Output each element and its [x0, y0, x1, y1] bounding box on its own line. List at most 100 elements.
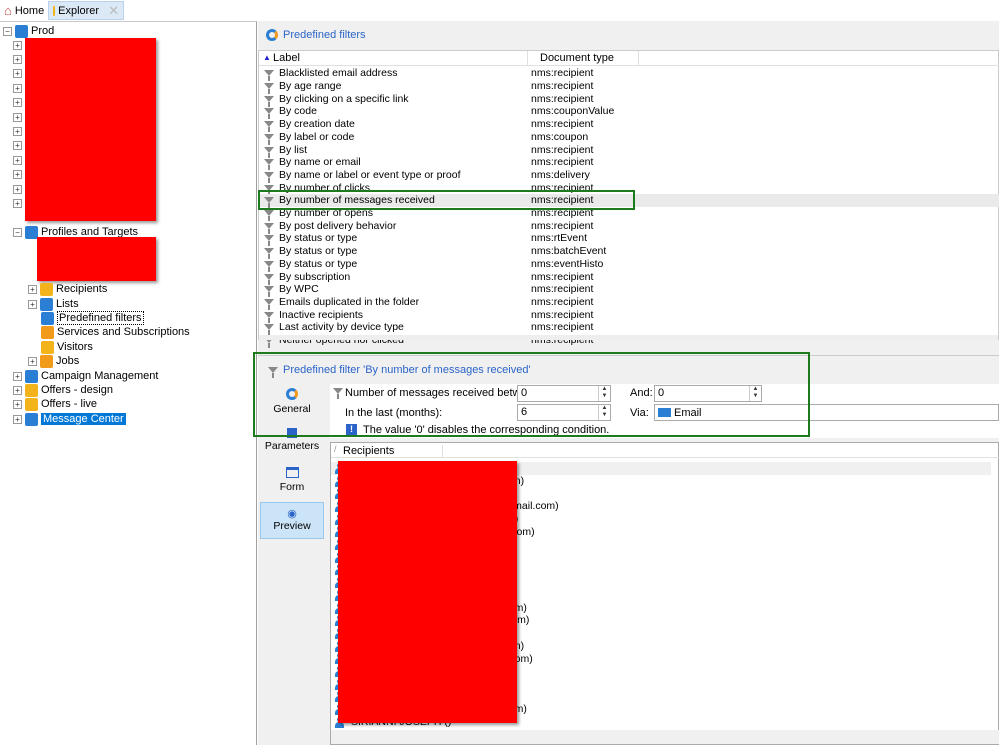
filter-row[interactable]: By WPC nms:recipient	[259, 283, 999, 298]
tree-item-visitors[interactable]: Visitors	[41, 340, 93, 354]
filter-icon	[264, 146, 274, 158]
side-tab-form[interactable]: Form	[260, 467, 324, 493]
expand-toggle[interactable]: +	[13, 385, 22, 395]
filter-row[interactable]: Inactive recipients nms:recipient	[259, 308, 999, 323]
expand-toggle[interactable]: +	[28, 284, 37, 294]
predefined-filter-icon	[41, 311, 54, 325]
services-icon	[41, 325, 54, 339]
expand-toggle[interactable]: +	[13, 170, 22, 180]
tree-item-jobs[interactable]: + Jobs	[28, 354, 79, 368]
expand-toggle[interactable]: +	[13, 198, 22, 208]
filter-row[interactable]: By code nms:couponValue	[259, 105, 999, 120]
tree-item-redacted[interactable]: +	[13, 196, 22, 210]
filter-icon	[264, 95, 274, 107]
tree-item-redacted[interactable]: +	[13, 153, 22, 167]
offers-icon	[25, 383, 38, 397]
tree-item-redacted[interactable]: +	[13, 81, 22, 95]
filter-icon	[264, 286, 274, 298]
tree-item-redacted[interactable]: +	[13, 96, 22, 110]
redacted-area	[25, 38, 156, 221]
eye-icon: ◉	[287, 508, 297, 520]
tree-item-redacted[interactable]: +	[13, 67, 22, 81]
filter-icon	[264, 311, 274, 323]
preview-header: / Recipients	[331, 443, 999, 458]
tree-item-message-center[interactable]: + Message Center	[13, 412, 126, 426]
expand-toggle[interactable]: −	[3, 26, 12, 36]
expand-toggle[interactable]: +	[13, 184, 22, 194]
expand-toggle[interactable]: +	[13, 69, 22, 79]
expand-toggle[interactable]: +	[13, 141, 22, 151]
filter-row[interactable]: By status or type nms:batchEvent	[259, 245, 999, 260]
tab-bar: ⌂ Home Explorer ✕	[0, 0, 999, 21]
folder-icon	[53, 5, 56, 16]
filter-row[interactable]: Blacklisted email address nms:recipient	[259, 67, 999, 82]
filter-row[interactable]: By post delivery behavior nms:recipient	[259, 219, 999, 234]
tree-item-redacted[interactable]: +	[13, 139, 22, 153]
tree-item-predefined-filters[interactable]: Predefined filters	[41, 311, 144, 325]
filter-row[interactable]: By status or type nms:rtEvent	[259, 232, 999, 247]
offers-icon	[25, 397, 38, 411]
tab-home[interactable]: ⌂ Home	[0, 1, 48, 20]
expand-toggle[interactable]: +	[13, 414, 22, 424]
expand-toggle[interactable]: +	[13, 54, 22, 64]
filter-row[interactable]: Emails duplicated in the folder nms:recip…	[259, 296, 999, 310]
preview-list: / Recipients om)na@gmail.com)m)l.com)il.…	[330, 442, 999, 745]
expand-toggle[interactable]: +	[13, 371, 22, 381]
list-header: ▲ Label Document type	[259, 51, 999, 66]
tree-item-redacted[interactable]: +	[13, 110, 22, 124]
filter-icon	[264, 108, 274, 120]
tree-item-prod[interactable]: − Prod	[3, 24, 54, 38]
explorer-tree: − Prod + + + + + + + + + + + + − Profiles and Targets + R…	[0, 21, 257, 745]
tab-explorer[interactable]: Explorer ✕	[48, 1, 124, 20]
column-recipients[interactable]: Recipients	[343, 445, 443, 457]
highlight-box	[258, 190, 635, 210]
tree-item-redacted[interactable]: +	[13, 38, 22, 52]
filter-row[interactable]: By status or type nms:eventHisto	[259, 258, 999, 272]
filter-row[interactable]: By creation date nms:recipient	[259, 118, 999, 133]
filter-row[interactable]: Last activity by device type nms:recipien…	[259, 321, 999, 336]
filter-row[interactable]: By name or email nms:recipient	[259, 156, 999, 171]
home-icon: ⌂	[4, 3, 12, 18]
side-tab-preview[interactable]: ◉ Preview	[260, 502, 324, 539]
expand-toggle[interactable]: +	[13, 399, 22, 409]
tree-item-redacted[interactable]: +	[13, 182, 22, 196]
column-document-type[interactable]: Document type	[527, 51, 639, 66]
expand-toggle[interactable]: +	[13, 155, 22, 165]
horizontal-scrollbar[interactable]	[331, 730, 999, 744]
filter-row[interactable]: By label or code nms:coupon	[259, 131, 999, 145]
database-icon	[15, 24, 28, 38]
expand-toggle[interactable]: +	[13, 112, 22, 122]
tree-item-recipients[interactable]: + Recipients	[28, 282, 107, 296]
filter-row[interactable]: By age range nms:recipient	[259, 80, 999, 95]
expand-toggle[interactable]: +	[28, 299, 37, 309]
filter-icon	[264, 210, 274, 222]
close-icon[interactable]: ✕	[108, 3, 119, 19]
expand-toggle[interactable]: +	[13, 126, 22, 136]
tree-item-campaign-management[interactable]: + Campaign Management	[13, 369, 158, 383]
filter-icon	[264, 260, 274, 272]
tree-item-redacted[interactable]: +	[13, 52, 22, 66]
filter-row[interactable]: By list nms:recipient	[259, 143, 999, 158]
redacted-area	[37, 237, 156, 281]
filter-icon	[264, 298, 274, 310]
campaign-icon	[25, 369, 38, 383]
filter-row[interactable]: By name or label or event type or proof n…	[259, 169, 999, 183]
tree-item-redacted[interactable]: +	[13, 168, 22, 182]
column-label[interactable]: Label	[273, 52, 300, 64]
tree-item-lists[interactable]: + Lists	[28, 297, 79, 311]
filter-row[interactable]: By subscription nms:recipient	[259, 270, 999, 285]
filter-icon	[264, 159, 274, 171]
horizontal-scrollbar[interactable]	[259, 335, 998, 340]
tree-item-offers-design[interactable]: + Offers - design	[13, 383, 113, 397]
message-center-icon	[25, 412, 38, 426]
expand-toggle[interactable]: +	[28, 356, 37, 366]
tree-item-services-and-subscriptions[interactable]: Services and Subscriptions	[41, 325, 190, 339]
tree-item-offers-live[interactable]: + Offers - live	[13, 397, 97, 411]
expand-toggle[interactable]: +	[13, 83, 22, 93]
expand-toggle[interactable]: +	[13, 98, 22, 108]
filter-row[interactable]: By clicking on a specific link nms:recipi…	[259, 92, 999, 107]
tree-item-redacted[interactable]: +	[13, 124, 22, 138]
lists-icon	[40, 297, 53, 311]
expand-toggle[interactable]: −	[13, 227, 22, 237]
expand-toggle[interactable]: +	[13, 40, 22, 50]
